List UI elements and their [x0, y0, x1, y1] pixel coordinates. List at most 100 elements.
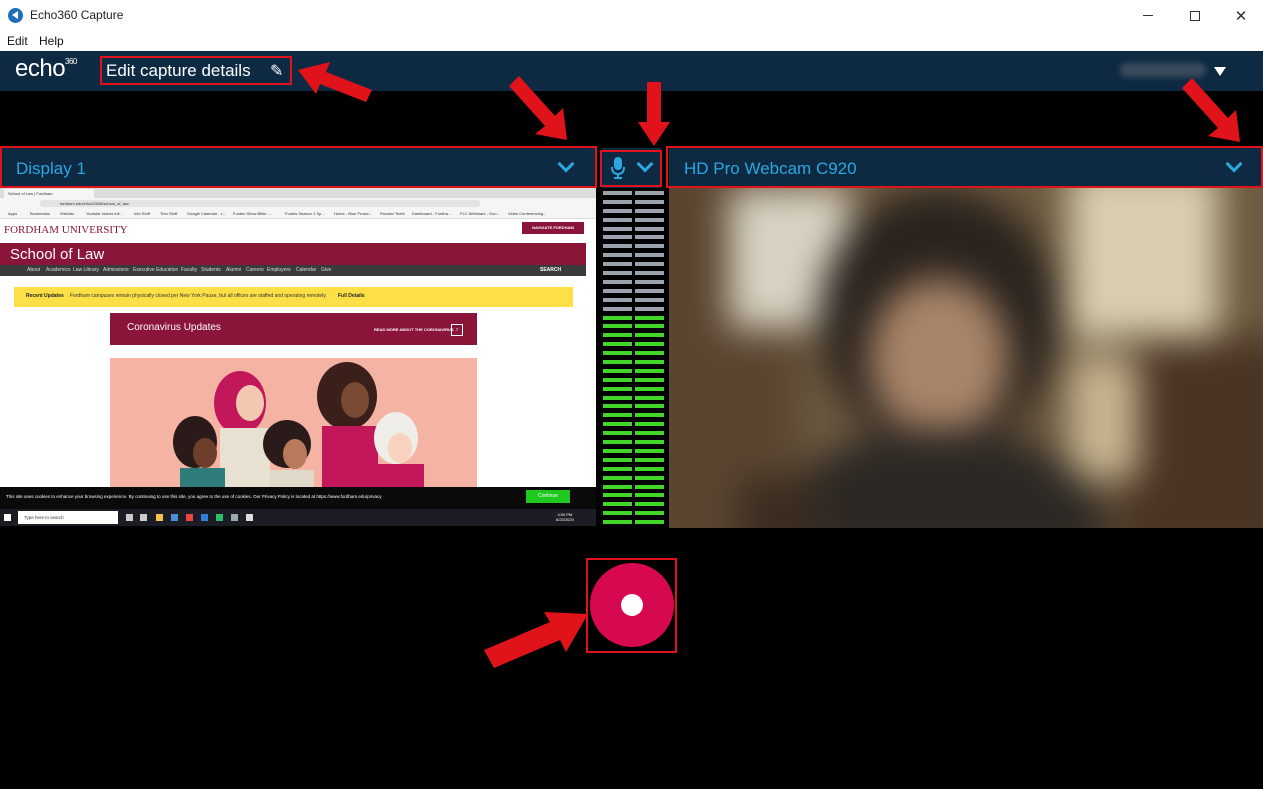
taskbar-app-icon	[186, 514, 193, 521]
meter-segment	[635, 457, 664, 462]
annotation-arrow-icon	[484, 612, 588, 668]
navigate-fordham-button: NAVIGATE FORDHAM	[522, 222, 584, 234]
meter-segment	[635, 475, 664, 480]
nav-link: Alumni	[226, 267, 242, 273]
meter-segment	[635, 226, 664, 231]
women-illustration	[110, 358, 477, 499]
bookmark-item: Youtube videos full...	[86, 211, 123, 216]
taskbar-app-icon	[201, 514, 208, 521]
meter-segment	[635, 431, 664, 436]
meter-segment	[635, 217, 664, 222]
caret-down-icon[interactable]	[1214, 67, 1226, 76]
meter-segment	[603, 377, 632, 382]
meter-segment	[603, 226, 632, 231]
minimize-icon	[1143, 15, 1153, 16]
close-icon: ✕	[1234, 6, 1248, 25]
nav-link: About	[27, 267, 41, 273]
logo-text: echo	[15, 55, 66, 82]
meter-segment	[635, 288, 664, 293]
meter-segment	[635, 235, 664, 240]
meter-segment	[603, 342, 632, 347]
taskbar-app-icon	[140, 514, 147, 521]
meter-segment	[603, 404, 632, 409]
record-button[interactable]	[590, 563, 674, 647]
chevron-down-icon[interactable]	[1225, 155, 1243, 173]
edit-capture-details-button[interactable]: Edit capture details	[106, 61, 251, 81]
bookmark-item: Home - Blue Protoc...	[334, 211, 373, 216]
meter-segment	[603, 244, 632, 249]
nav-link: Faculty	[181, 267, 198, 273]
menu-edit[interactable]: Edit	[7, 34, 28, 48]
meter-segment	[603, 324, 632, 329]
user-name-blurred[interactable]	[1120, 63, 1206, 77]
meter-segment	[603, 288, 632, 293]
bookmark-item: FLC Webinars - Goo...	[460, 211, 500, 216]
display-source-selector[interactable]: Display 1	[0, 148, 596, 188]
meter-segment	[635, 493, 664, 498]
meter-segment	[603, 333, 632, 338]
bookmark-item: Rooster Teeth	[380, 211, 405, 216]
bookmark-item: Apps	[8, 211, 18, 216]
camera-source-selector[interactable]: HD Pro Webcam C920	[669, 148, 1263, 188]
arrow-right-icon: ›	[451, 324, 463, 336]
bookmark-item: Funtes Show Bible -...	[233, 211, 273, 216]
recent-updates-label: Recent Updates	[26, 293, 64, 299]
windows-taskbar: Type here to search 4:00 PM 6/23/2020	[0, 509, 596, 526]
taskbar-app-icon	[216, 514, 223, 521]
camera-source-label: HD Pro Webcam C920	[684, 159, 857, 178]
meter-segment	[635, 324, 664, 329]
meter-segment	[635, 520, 664, 525]
nav-link: Calendar	[296, 267, 317, 273]
meter-segment	[603, 484, 632, 489]
meter-segment	[635, 253, 664, 258]
school-nav: About Academics Law Library Admissions E…	[0, 265, 586, 276]
taskbar-app-icon	[126, 514, 133, 521]
meter-segment	[603, 297, 632, 302]
meter-segment	[603, 199, 632, 204]
minimize-button[interactable]	[1125, 0, 1171, 31]
meter-segment	[603, 262, 632, 267]
meter-segment	[635, 377, 664, 382]
windows-start-icon	[4, 514, 11, 521]
taskbar-app-icon	[171, 514, 178, 521]
meter-segment	[603, 493, 632, 498]
meter-segment	[635, 448, 664, 453]
meter-segment	[603, 253, 632, 258]
meter-segment	[635, 279, 664, 284]
taskbar-app-icon	[246, 514, 253, 521]
meter-segment	[603, 208, 632, 213]
nav-link: Academics	[46, 267, 71, 273]
nav-search: SEARCH	[540, 267, 562, 273]
pencil-icon[interactable]: ✎	[270, 61, 283, 81]
browser-tab-strip: School of Law | Fordham	[0, 188, 596, 198]
audio-source-selector[interactable]	[602, 148, 661, 188]
menu-help[interactable]: Help	[39, 34, 64, 48]
meter-segment	[603, 413, 632, 418]
app-header: echo 360 Edit capture details ✎	[0, 51, 1263, 91]
meter-segment	[603, 306, 632, 311]
school-title: School of Law	[10, 246, 105, 263]
nav-link: Careers	[246, 267, 264, 273]
meter-segment	[603, 475, 632, 480]
echo360-logo: echo 360	[15, 55, 77, 83]
echo360-app-icon	[8, 8, 23, 23]
meter-segment	[603, 191, 632, 195]
webcam-preview	[669, 188, 1263, 528]
meter-segment	[635, 208, 664, 213]
taskbar-app-icon	[156, 514, 163, 521]
chevron-down-icon[interactable]	[557, 155, 575, 173]
coronavirus-banner: Coronavirus Updates READ MORE ABOUT THE …	[110, 313, 477, 345]
meter-segment	[603, 431, 632, 436]
recent-updates-bar: Recent Updates Fordham campuses remain p…	[14, 287, 573, 307]
cookie-text: This site uses cookies to enhance your b…	[6, 494, 382, 499]
meter-segment	[603, 235, 632, 240]
meter-segment	[603, 351, 632, 356]
maximize-button[interactable]	[1172, 0, 1218, 31]
coronavirus-title: Coronavirus Updates	[127, 322, 221, 333]
chevron-down-icon[interactable]	[636, 155, 654, 173]
meter-segment	[603, 466, 632, 471]
close-button[interactable]: ✕	[1218, 0, 1263, 31]
bookmark-item: Dashboard - Fordha...	[412, 211, 452, 216]
nav-link: Executive Education	[133, 267, 179, 273]
maximize-icon	[1190, 10, 1200, 21]
